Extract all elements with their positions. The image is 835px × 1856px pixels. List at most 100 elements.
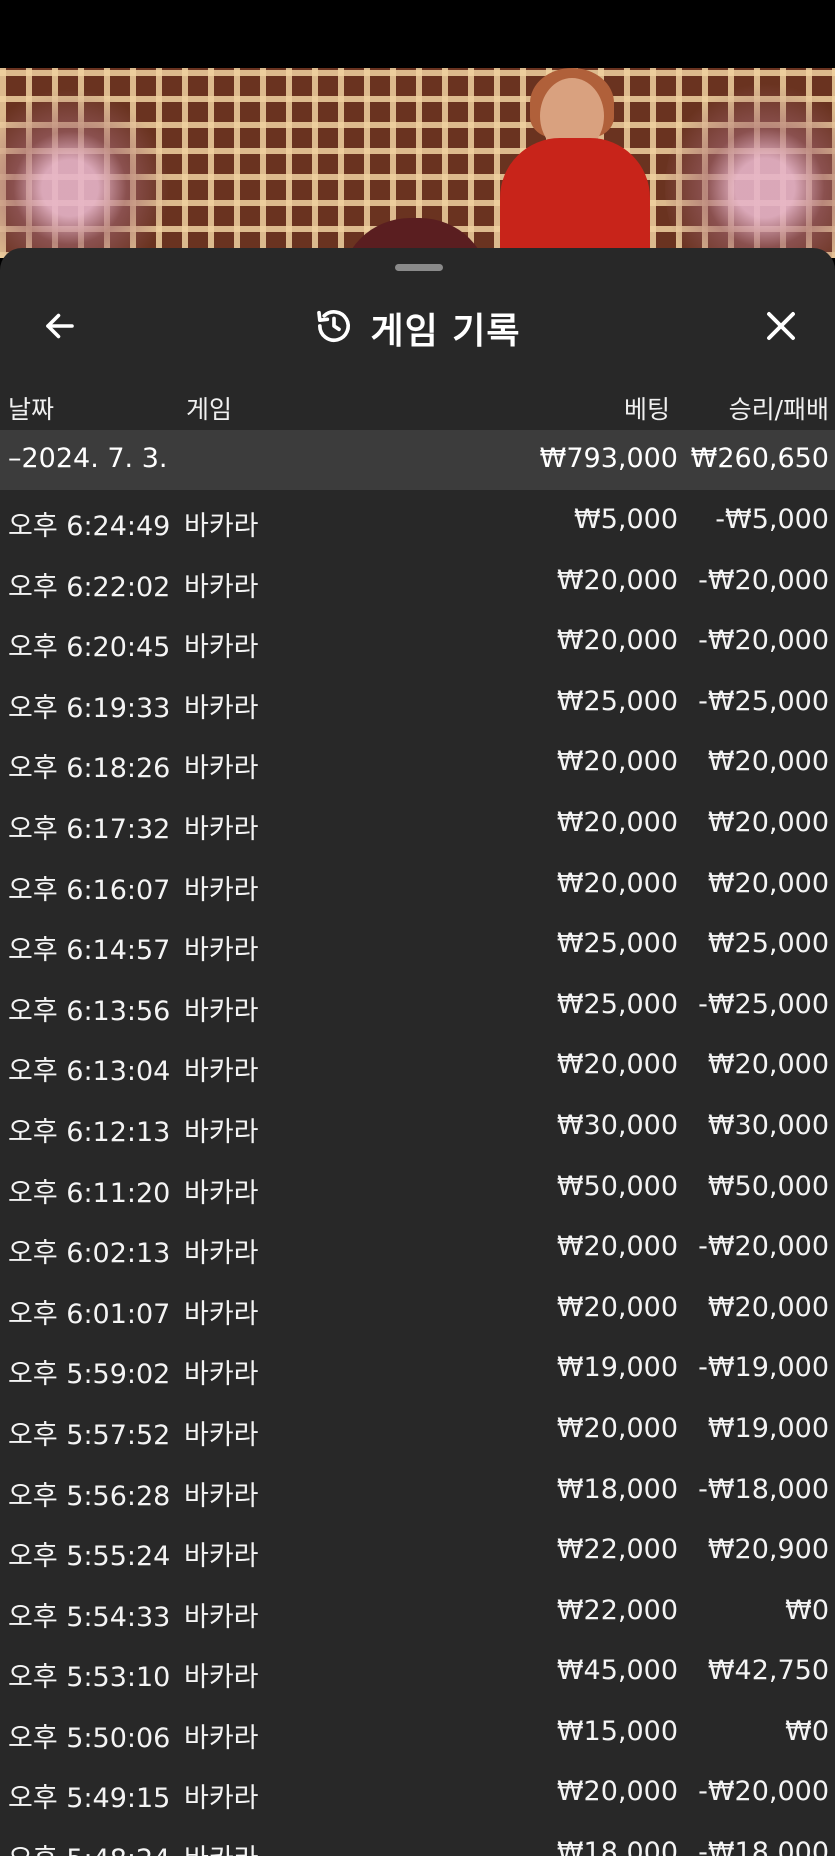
row-bet: ₩25,000	[556, 928, 678, 960]
row-game: 바카라	[184, 1480, 259, 1512]
row-game: 바카라	[184, 1419, 259, 1451]
row-time: 오후 5:57:52	[8, 1419, 171, 1451]
row-game: 바카라	[184, 632, 259, 664]
row-result: -₩20,000	[698, 1776, 829, 1808]
table-row[interactable]: 오후 6:01:07 바카라 ₩20,000 ₩20,000	[0, 1278, 835, 1339]
table-row[interactable]: 오후 5:59:02 바카라 ₩19,000 -₩19,000	[0, 1338, 835, 1399]
sheet-title: 게임 기록	[370, 311, 521, 352]
row-game: 바카라	[184, 753, 259, 785]
row-bet: ₩5,000	[574, 504, 678, 535]
row-time: 오후 6:02:13	[8, 1238, 171, 1270]
row-time: 오후 5:59:02	[8, 1359, 171, 1391]
row-result: ₩50,000	[707, 1170, 829, 1202]
table-row[interactable]: 오후 5:53:10 바카라 ₩45,000 ₩42,750	[0, 1641, 835, 1702]
table-row[interactable]: 오후 6:14:57 바카라 ₩25,000 ₩25,000	[0, 914, 835, 975]
row-bet: ₩20,000	[556, 564, 678, 596]
live-dealer-video	[0, 68, 835, 258]
table-row[interactable]: 오후 5:50:06 바카라 ₩15,000 ₩0	[0, 1702, 835, 1763]
row-time: 오후 6:20:45	[8, 632, 171, 664]
title-wrap: 게임 기록	[0, 288, 835, 368]
row-game: 바카라	[184, 692, 259, 724]
row-bet: ₩20,000	[556, 625, 678, 657]
column-header-bet: 베팅	[623, 395, 670, 424]
row-time: 오후 6:13:56	[8, 995, 171, 1027]
row-bet: ₩15,000	[556, 1715, 678, 1747]
table-row[interactable]: 오후 6:17:32 바카라 ₩20,000 ₩20,000	[0, 793, 835, 854]
row-result: ₩19,000	[707, 1412, 829, 1444]
row-result: -₩18,000	[698, 1837, 829, 1856]
row-game: 바카라	[184, 1783, 259, 1815]
date-group-row[interactable]: –2024. 7. 3. ₩793,000 ₩260,650	[0, 430, 835, 490]
column-headers: 날짜 게임 베팅 승리/패배	[0, 378, 835, 430]
row-time: 오후 5:50:06	[8, 1722, 171, 1754]
row-game: 바카라	[184, 1722, 259, 1754]
table-row[interactable]: 오후 5:49:15 바카라 ₩20,000 -₩20,000	[0, 1762, 835, 1823]
table-row[interactable]: 오후 6:02:13 바카라 ₩20,000 -₩20,000	[0, 1217, 835, 1278]
row-game: 바카라	[184, 935, 259, 967]
row-time: 오후 5:54:33	[8, 1601, 171, 1633]
row-bet: ₩50,000	[556, 1170, 678, 1202]
close-button[interactable]	[757, 304, 805, 352]
row-game: 바카라	[184, 571, 259, 603]
table-row[interactable]: 오후 5:57:52 바카라 ₩20,000 ₩19,000	[0, 1399, 835, 1460]
table-row[interactable]: 오후 6:18:26 바카라 ₩20,000 ₩20,000	[0, 732, 835, 793]
table-row[interactable]: 오후 5:56:28 바카라 ₩18,000 -₩18,000	[0, 1460, 835, 1521]
row-result: -₩20,000	[698, 1231, 829, 1263]
row-time: 오후 6:19:33	[8, 692, 171, 724]
history-table: –2024. 7. 3. ₩793,000 ₩260,650 오후 6:24:4…	[0, 430, 835, 1856]
row-result: ₩20,000	[707, 746, 829, 778]
row-result: ₩0	[785, 1715, 829, 1747]
table-row[interactable]: 오후 6:24:49 바카라 ₩5,000 -₩5,000	[0, 490, 835, 551]
group-date: –2024. 7. 3.	[8, 443, 168, 474]
table-row[interactable]: 오후 6:16:07 바카라 ₩20,000 ₩20,000	[0, 854, 835, 915]
row-game: 바카라	[184, 1541, 259, 1573]
row-result: -₩20,000	[698, 564, 829, 596]
table-row[interactable]: 오후 6:19:33 바카라 ₩25,000 -₩25,000	[0, 672, 835, 733]
table-row[interactable]: 오후 6:20:45 바카라 ₩20,000 -₩20,000	[0, 611, 835, 672]
sheet-header: 게임 기록	[0, 288, 835, 368]
row-bet: ₩22,000	[556, 1594, 678, 1626]
table-row[interactable]: 오후 6:12:13 바카라 ₩30,000 ₩30,000	[0, 1096, 835, 1157]
row-game: 바카라	[184, 511, 259, 542]
table-row[interactable]: 오후 6:13:04 바카라 ₩20,000 ₩20,000	[0, 1035, 835, 1096]
arrow-left-icon	[42, 308, 78, 348]
row-time: 오후 6:13:04	[8, 1056, 171, 1088]
table-row[interactable]: 오후 6:13:56 바카라 ₩25,000 -₩25,000	[0, 975, 835, 1036]
back-button[interactable]	[36, 304, 84, 352]
table-row[interactable]: 오후 5:54:33 바카라 ₩22,000 ₩0	[0, 1581, 835, 1642]
row-game: 바카라	[184, 1238, 259, 1270]
dealer-figure	[500, 138, 650, 258]
row-result: ₩20,000	[707, 1049, 829, 1081]
table-row[interactable]: 오후 6:11:20 바카라 ₩50,000 ₩50,000	[0, 1157, 835, 1218]
blossom-decoration	[665, 78, 835, 258]
column-header-result: 승리/패배	[728, 395, 829, 424]
table-row[interactable]: 오후 5:48:24 바카라 ₩18,000 -₩18,000	[0, 1823, 835, 1856]
row-bet: ₩18,000	[556, 1837, 678, 1856]
table-row[interactable]: 오후 6:22:02 바카라 ₩20,000 -₩20,000	[0, 551, 835, 612]
row-result: ₩30,000	[707, 1109, 829, 1141]
group-bet-total: ₩793,000	[539, 443, 678, 474]
row-time: 오후 5:53:10	[8, 1662, 171, 1694]
row-game: 바카라	[184, 1298, 259, 1330]
row-bet: ₩20,000	[556, 1776, 678, 1808]
table-row[interactable]: 오후 5:55:24 바카라 ₩22,000 ₩20,900	[0, 1520, 835, 1581]
row-game: 바카라	[184, 1177, 259, 1209]
row-time: 오후 6:14:57	[8, 935, 171, 967]
row-result: ₩20,000	[707, 1291, 829, 1323]
row-bet: ₩25,000	[556, 685, 678, 717]
row-bet: ₩22,000	[556, 1534, 678, 1566]
row-result: -₩20,000	[698, 625, 829, 657]
group-result-total: ₩260,650	[690, 443, 829, 474]
row-game: 바카라	[184, 1662, 259, 1694]
row-bet: ₩18,000	[556, 1473, 678, 1505]
row-bet: ₩20,000	[556, 1231, 678, 1263]
column-header-date: 날짜	[8, 395, 55, 424]
row-time: 오후 5:56:28	[8, 1480, 171, 1512]
sheet-drag-handle[interactable]	[395, 264, 443, 271]
row-game: 바카라	[184, 1056, 259, 1088]
row-game: 바카라	[184, 1837, 259, 1856]
row-time: 오후 5:55:24	[8, 1541, 171, 1573]
column-header-game: 게임	[186, 395, 233, 424]
game-history-sheet: 게임 기록 날짜 게임 베팅 승리/패배 –2024. 7. 3. ₩793,0…	[0, 248, 835, 1856]
row-game: 바카라	[184, 995, 259, 1027]
